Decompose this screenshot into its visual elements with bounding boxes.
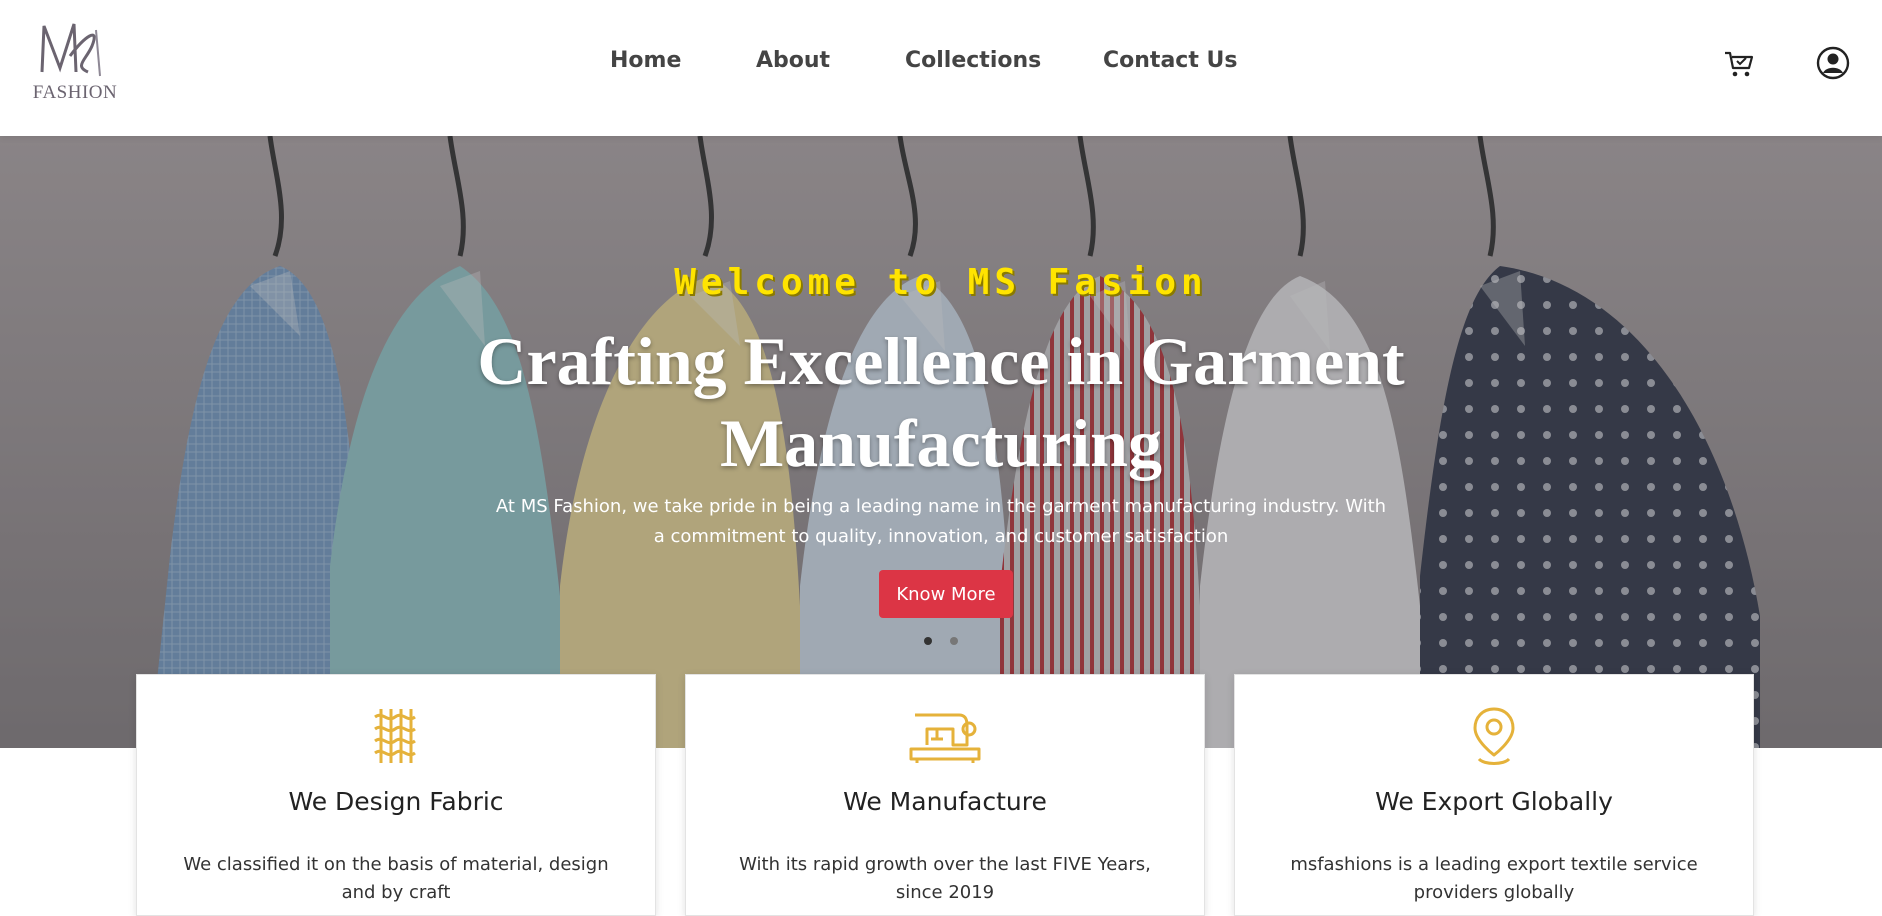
carousel-indicators <box>0 632 1882 645</box>
feature-card-design: We Design Fabric We classified it on the… <box>136 674 656 916</box>
hero-headline: Crafting Excellence in Garment Manufactu… <box>477 323 1405 481</box>
feature-text: msfashions is a leading export textile s… <box>1290 854 1698 903</box>
hero-subtext: At MS Fashion, we take pride in being a … <box>495 496 1387 547</box>
hero-content: Welcome to MS Fasion Crafting Excellence… <box>0 136 1882 748</box>
location-pin-icon <box>1235 705 1753 767</box>
feature-cards: We Design Fabric We classified it on the… <box>136 674 1756 916</box>
carousel-dot-2[interactable] <box>950 637 959 645</box>
brand-logo-text: FASHION <box>32 82 118 103</box>
feature-text: We classified it on the basis of materia… <box>183 854 609 903</box>
site-header: FASHION Home About Collections Contact U… <box>0 0 1882 136</box>
nav-about[interactable]: About <box>756 48 830 73</box>
feature-card-manufacture: We Manufacture With its rapid growth ove… <box>685 674 1205 916</box>
main-nav: Home About Collections Contact Us <box>0 48 1882 82</box>
hero-carousel: Welcome to MS Fasion Crafting Excellence… <box>0 136 1882 748</box>
feature-title: We Manufacture <box>843 787 1047 816</box>
carousel-dot-1[interactable] <box>923 637 932 645</box>
nav-home[interactable]: Home <box>610 48 681 73</box>
nav-contact-us[interactable]: Contact Us <box>1103 48 1237 73</box>
user-circle-icon[interactable] <box>1816 46 1850 80</box>
weave-fabric-icon <box>137 705 655 767</box>
hero-welcome-text: Welcome to MS Fasion <box>674 262 1208 303</box>
know-more-button[interactable]: Know More <box>879 570 1013 618</box>
nav-collections[interactable]: Collections <box>905 48 1041 73</box>
cart-icon[interactable] <box>1722 46 1756 80</box>
feature-card-export: We Export Globally msfashions is a leadi… <box>1234 674 1754 916</box>
sewing-machine-icon <box>686 705 1204 767</box>
feature-title: We Export Globally <box>1375 787 1613 816</box>
feature-text: With its rapid growth over the last FIVE… <box>739 854 1151 903</box>
feature-title: We Design Fabric <box>288 787 504 816</box>
